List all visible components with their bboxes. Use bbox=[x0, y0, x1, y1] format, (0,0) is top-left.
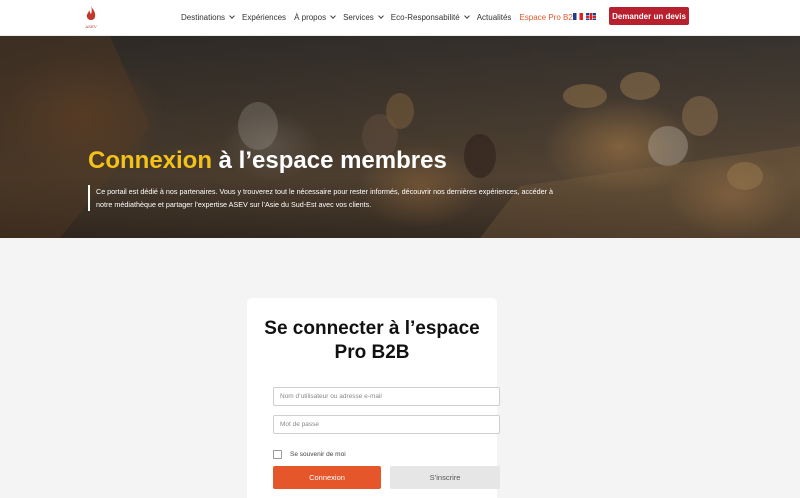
chevron-down-icon bbox=[229, 12, 235, 19]
chevron-down-icon bbox=[330, 12, 336, 19]
hero-banner: Connexion à l’espace membres Ce portail … bbox=[0, 36, 800, 238]
chevron-down-icon bbox=[463, 12, 470, 19]
nav-label: Services bbox=[343, 12, 374, 22]
nav-label: Eco-Responsabilité bbox=[390, 12, 460, 22]
nav-label: À propos bbox=[294, 12, 327, 22]
flame-icon bbox=[86, 6, 96, 20]
hero-title-rest: à l’espace membres bbox=[212, 147, 447, 174]
logo-text: ASEV bbox=[85, 24, 97, 29]
nav-label: Actualités bbox=[476, 12, 512, 22]
language-switcher bbox=[573, 13, 599, 20]
flag-fr-icon[interactable] bbox=[573, 13, 583, 20]
brand-logo[interactable]: ASEV bbox=[84, 5, 98, 31]
hero-description: Ce portail est dédié à nos partenaires. … bbox=[88, 185, 568, 211]
username-input[interactable] bbox=[273, 387, 500, 406]
nav-item-espace-pro-b2b[interactable]: Espace Pro B2B bbox=[519, 13, 578, 22]
nav-label: Destinations bbox=[181, 12, 226, 22]
nav-item-destinations[interactable]: Destinations bbox=[181, 12, 235, 22]
hero-title-accent: Connexion bbox=[88, 147, 212, 174]
flag-en-icon[interactable] bbox=[586, 13, 596, 20]
login-card: Se connecter à l’espace Pro B2B Se souve… bbox=[247, 298, 500, 498]
remember-label: Se souvenir de moi bbox=[290, 451, 346, 458]
login-button[interactable]: Connexion bbox=[273, 466, 381, 489]
login-title: Se connecter à l’espace Pro B2B bbox=[264, 318, 480, 363]
nav-item-experiences[interactable]: Expériences bbox=[242, 13, 286, 22]
nav-item-actualites[interactable]: Actualités bbox=[477, 13, 512, 22]
hero-title: Connexion à l’espace membres bbox=[88, 147, 447, 175]
nav-item-eco-responsabilite[interactable]: Eco-Responsabilité bbox=[390, 12, 470, 22]
request-quote-button[interactable]: Demander un devis bbox=[609, 7, 689, 25]
register-button[interactable]: S’inscrire bbox=[390, 466, 500, 489]
nav-label: Espace Pro B2B bbox=[519, 12, 579, 22]
remember-me[interactable]: Se souvenir de moi bbox=[273, 450, 346, 459]
nav-item-services[interactable]: Services bbox=[343, 12, 384, 22]
nav-item-a-propos[interactable]: À propos bbox=[294, 12, 336, 22]
nav-label: Expériences bbox=[242, 12, 287, 22]
main-nav: Destinations Expériences À propos Servic… bbox=[181, 11, 586, 23]
remember-checkbox[interactable] bbox=[273, 450, 282, 459]
password-input[interactable] bbox=[273, 415, 500, 434]
site-header: ASEV Destinations Expériences À propos S… bbox=[0, 0, 800, 36]
chevron-down-icon bbox=[377, 12, 384, 19]
